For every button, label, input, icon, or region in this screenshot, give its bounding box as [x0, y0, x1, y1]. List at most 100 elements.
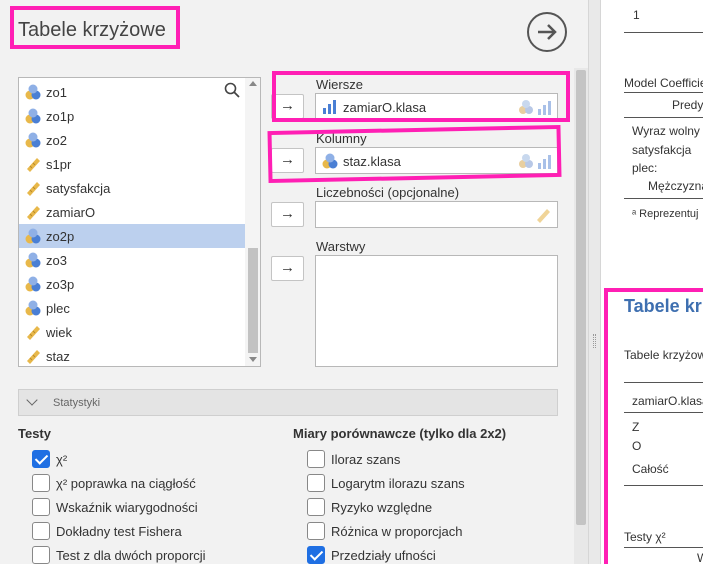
variable-name: zo3 — [46, 253, 67, 268]
mezczyzna-row: Mężczyzna — [648, 179, 703, 193]
nominal-icon — [25, 252, 41, 268]
continuous-icon — [27, 326, 40, 340]
checkbox[interactable] — [32, 522, 50, 540]
checkbox-label: Logarytm ilorazu szans — [331, 476, 465, 491]
options-panel: Tabele krzyżowe zo1 zo1p zo2 s1pr satysfakcj… — [0, 0, 588, 564]
checkbox[interactable] — [307, 498, 325, 516]
variable-item[interactable]: zo2 — [19, 128, 245, 152]
variable-name: zamiarO — [46, 205, 96, 220]
variable-item[interactable]: zo2p — [19, 224, 245, 248]
nominal-icon — [25, 132, 41, 148]
crosstab-subtitle: Tabele krzyżow — [624, 348, 703, 362]
counts-label: Liczebności (opcjonalne) — [316, 185, 460, 200]
checkbox[interactable] — [307, 522, 325, 540]
nominal-icon — [25, 276, 41, 292]
scroll-thumb[interactable] — [576, 70, 586, 525]
rows-highlight — [272, 71, 570, 122]
satysfakcja-row: satysfakcja — [632, 143, 692, 157]
checkbox-label: Ryzyko względne — [331, 500, 433, 515]
checkbox[interactable] — [32, 498, 50, 516]
run-arrow-button[interactable] — [527, 12, 567, 52]
table-rule — [624, 412, 703, 413]
variable-name: zo3p — [46, 277, 75, 292]
scroll-up-icon[interactable] — [249, 81, 257, 86]
variable-item[interactable]: satysfakcja — [19, 176, 245, 200]
continuous-icon — [27, 182, 40, 196]
counts-field[interactable] — [315, 201, 558, 228]
checkbox-label: χ² — [56, 452, 68, 467]
table-rule — [624, 382, 703, 383]
variable-name: wiek — [46, 325, 73, 340]
table-rule — [624, 547, 703, 548]
table-rule — [624, 485, 703, 486]
checkbox-label: Iloraz szans — [331, 452, 401, 467]
variable-name: zo2p — [46, 229, 75, 244]
layers-field[interactable] — [315, 255, 558, 367]
table-rule — [624, 198, 703, 199]
variable-item[interactable]: zo3p — [19, 272, 245, 296]
move-to-layers-button[interactable]: → — [271, 256, 304, 281]
panel-divider[interactable] — [588, 0, 601, 564]
checkbox[interactable] — [307, 546, 325, 564]
checkbox[interactable] — [32, 474, 50, 492]
crosstab-highlight — [604, 288, 703, 564]
results-panel: 1 Model Coefficie Predy Wyraz wolny ᵃ sa… — [601, 0, 703, 564]
variable-list-scrollbar[interactable] — [245, 78, 260, 366]
scroll-down-icon[interactable] — [249, 357, 257, 362]
variable-item[interactable]: zamiarO — [19, 200, 245, 224]
col-w: W — [697, 551, 703, 564]
variable-item[interactable]: zo1 — [19, 80, 245, 104]
row-total: Całość — [632, 462, 669, 476]
checkbox-label: χ² poprawka na ciągłość — [56, 476, 196, 491]
checkbox-label: Przedziały ufności — [331, 548, 436, 563]
table-rule — [624, 92, 703, 93]
checkbox[interactable] — [307, 474, 325, 492]
nominal-icon — [25, 108, 41, 124]
variable-item[interactable]: staz — [19, 344, 245, 366]
predictor-header: Predy — [672, 98, 703, 112]
checkbox[interactable] — [32, 546, 50, 564]
continuous-icon — [27, 206, 40, 220]
chevron-down-icon — [26, 394, 38, 406]
checkbox[interactable] — [307, 450, 325, 468]
variable-name: s1pr — [46, 157, 72, 172]
continuous-icon — [27, 350, 40, 364]
nominal-icon — [25, 84, 41, 100]
checkbox-label: Różnica w proporcjach — [331, 524, 463, 539]
plec-row: plec: — [632, 161, 658, 175]
statistics-title: Statystyki — [53, 397, 101, 409]
variable-item[interactable]: zo3 — [19, 248, 245, 272]
variable-name: plec — [46, 301, 70, 316]
variable-name: satysfakcja — [46, 181, 111, 196]
row-z: Z — [632, 420, 640, 434]
row-variable-header: zamiarO.klasa — [632, 394, 703, 408]
options-scrollbar[interactable] — [574, 68, 588, 564]
nominal-icon — [25, 300, 41, 316]
scroll-thumb[interactable] — [248, 248, 258, 353]
checkbox-label: Test z dla dwóch proporcji — [56, 548, 206, 563]
continuous-icon — [537, 209, 550, 223]
variable-item[interactable]: plec — [19, 296, 245, 320]
footnote: ᵃ Reprezentuj — [632, 208, 699, 220]
drag-handle-icon[interactable] — [593, 334, 596, 348]
crosstab-title: Tabele kr — [624, 296, 702, 316]
row-o: O — [632, 439, 642, 453]
layers-label: Warstwy — [316, 239, 366, 254]
variable-item[interactable]: zo1p — [19, 104, 245, 128]
variable-name: staz — [46, 349, 70, 364]
variable-name: zo1 — [46, 85, 67, 100]
search-icon[interactable] — [224, 82, 240, 98]
move-to-counts-button[interactable]: → — [271, 202, 304, 227]
comparative-heading: Miary porównawcze (tylko dla 2x2) — [293, 426, 507, 441]
checkbox[interactable] — [32, 450, 50, 468]
arrow-right-icon — [538, 24, 557, 40]
variable-item[interactable]: s1pr — [19, 152, 245, 176]
continuous-icon — [27, 158, 40, 172]
variable-item[interactable]: wiek — [19, 320, 245, 344]
variable-name: zo1p — [46, 109, 75, 124]
variable-list[interactable]: zo1 zo1p zo2 s1pr satysfakcja zamiarO zo2p zo3 z… — [18, 77, 261, 367]
nominal-icon — [25, 228, 41, 244]
analysis-title: Tabele krzyżowe — [18, 19, 166, 41]
statistics-section-header[interactable]: Statystyki — [18, 389, 558, 416]
table-rule — [624, 117, 703, 118]
